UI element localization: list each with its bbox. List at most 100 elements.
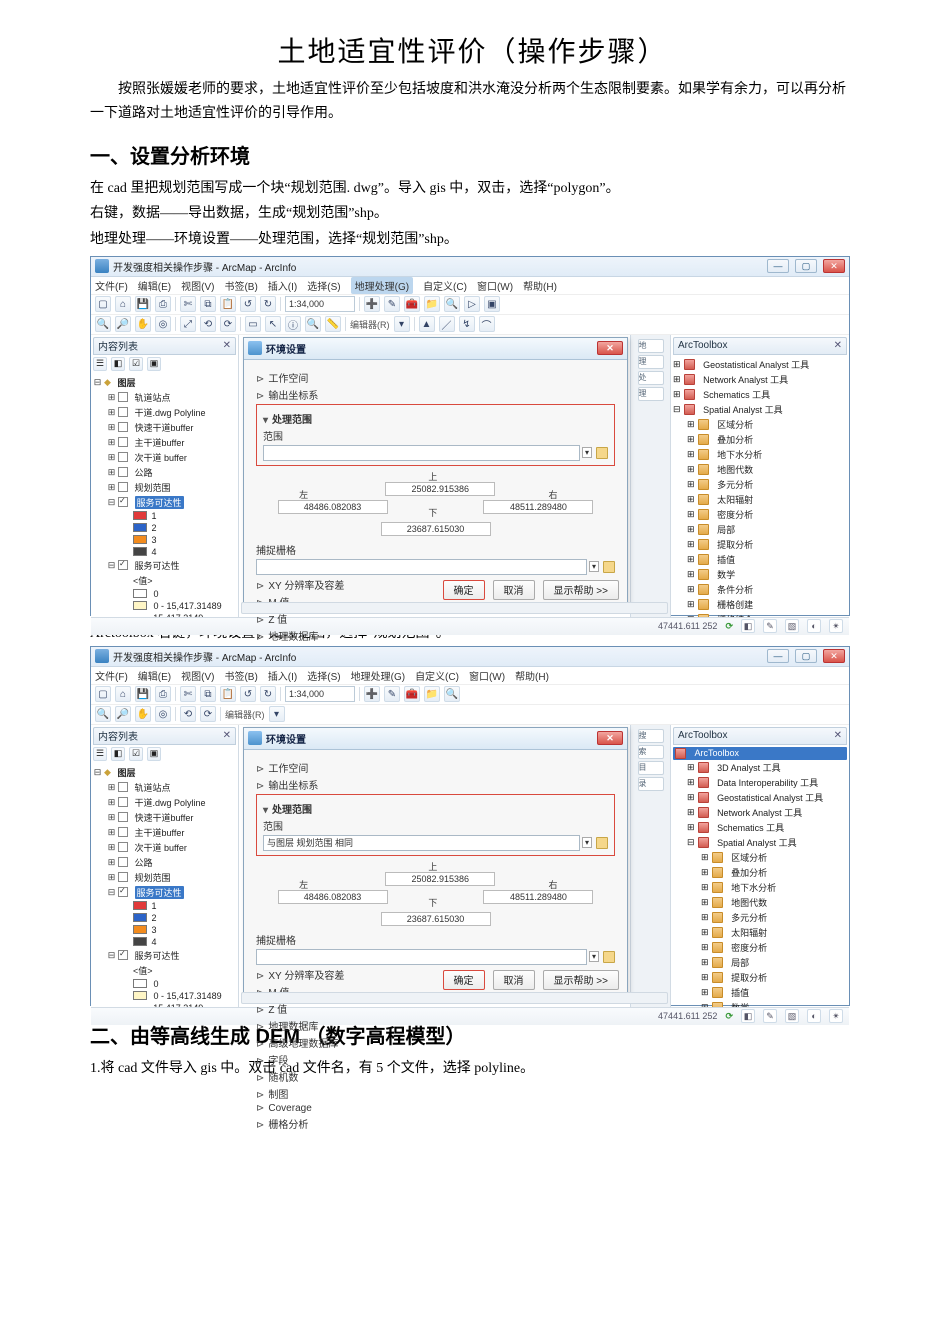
toc-view-toolbar[interactable]: ☰ ◧ ☑ ▣ bbox=[93, 747, 236, 761]
dropdown-icon[interactable]: ▾ bbox=[589, 951, 599, 962]
toolbox-item[interactable]: ⊞ 3D Analyst 工具 bbox=[687, 760, 847, 775]
menu-item[interactable]: 视图(V) bbox=[181, 278, 214, 293]
search-icon[interactable]: 🔍 bbox=[444, 296, 460, 312]
dock-chip[interactable]: 理 bbox=[638, 387, 664, 401]
menu-item[interactable]: 文件(F) bbox=[95, 668, 128, 683]
scale-input[interactable]: 1:34,000 bbox=[285, 296, 355, 312]
extent-bottom-field[interactable]: 23687.615030 bbox=[381, 522, 491, 536]
section-collapsed[interactable]: ⊳地理数据库 bbox=[256, 628, 615, 643]
extent-top-field[interactable]: 25082.915386 bbox=[385, 872, 495, 886]
tools-toolbar[interactable]: 🔍 🔎 ✋ ◎ ⟲ ⟳ 编辑器(R) ▾ bbox=[91, 705, 849, 725]
undo-icon[interactable]: ↺ bbox=[240, 686, 256, 702]
toolbox-subitem[interactable]: ⊞ 栅格综合 bbox=[687, 612, 847, 617]
list-by-selection-icon[interactable]: ▣ bbox=[147, 747, 161, 761]
toc-layer[interactable]: ⊞ 规划范围 bbox=[107, 870, 236, 885]
curve-tool-icon[interactable]: ⌒ bbox=[479, 316, 495, 332]
toolbox-subitem[interactable]: ⊞ 局部 bbox=[701, 955, 847, 970]
save-icon[interactable]: 💾 bbox=[135, 296, 151, 312]
toolbox-item[interactable]: ⊞ Schematics 工具 bbox=[687, 820, 847, 835]
toolbox-subitem[interactable]: ⊞ 太阳辐射 bbox=[701, 925, 847, 940]
dock-chip[interactable]: 地 bbox=[638, 339, 664, 353]
list-by-drawing-order-icon[interactable]: ☰ bbox=[93, 747, 107, 761]
toc-layer[interactable]: ⊞ 公路 bbox=[107, 465, 236, 480]
status-icon[interactable]: ◧ bbox=[741, 619, 755, 633]
section-collapsed[interactable]: ⊳地理数据库 bbox=[256, 1018, 615, 1033]
toc-layer[interactable]: ⊞ 主干道buffer bbox=[107, 825, 236, 840]
back-icon[interactable]: ⟲ bbox=[180, 706, 196, 722]
extent-bottom-field[interactable]: 23687.615030 bbox=[381, 912, 491, 926]
save-icon[interactable]: 💾 bbox=[135, 686, 151, 702]
search-icon[interactable]: 🔍 bbox=[444, 686, 460, 702]
editor-icon[interactable]: ✎ bbox=[384, 296, 400, 312]
extent-right-field[interactable]: 48511.289480 bbox=[483, 890, 593, 904]
toc-layer[interactable]: ⊞ 干道.dwg Polyline bbox=[107, 795, 236, 810]
status-icon[interactable]: ✴ bbox=[829, 619, 843, 633]
dropdown-icon[interactable]: ▾ bbox=[582, 447, 592, 458]
toolbox-subitem[interactable]: ⊞ 区域分析 bbox=[701, 850, 847, 865]
toc-layer[interactable]: ⊞ 公路 bbox=[107, 855, 236, 870]
chevron-down-icon[interactable]: ▾ bbox=[269, 706, 285, 722]
toolbox-item[interactable]: ⊟ Spatial Analyst 工具 bbox=[673, 402, 847, 417]
toolbox-item[interactable]: ⊞ Network Analyst 工具 bbox=[687, 805, 847, 820]
toolbox-item[interactable]: ⊞ Network Analyst 工具 bbox=[673, 372, 847, 387]
paste-icon[interactable]: 📋 bbox=[220, 686, 236, 702]
trace-tool-icon[interactable]: ↯ bbox=[459, 316, 475, 332]
toolbox-item[interactable]: ⊞ Data Interoperability 工具 bbox=[687, 775, 847, 790]
section-collapsed[interactable]: ⊳栅格分析 bbox=[256, 1116, 615, 1131]
refresh-icon[interactable]: ⟳ bbox=[725, 621, 733, 632]
toolbox-subitem[interactable]: ⊞ 叠加分析 bbox=[687, 432, 847, 447]
dock-chip[interactable]: 目 bbox=[638, 761, 664, 775]
copy-icon[interactable]: ⧉ bbox=[200, 686, 216, 702]
standard-toolbar[interactable]: ▢ ⌂ 💾 ⎙ ✄ ⧉ 📋 ↺ ↻ 1:34,000 ➕ ✎ 🧰 📁 🔍 bbox=[91, 685, 849, 705]
section-out-coord[interactable]: ⊳输出坐标系 bbox=[256, 777, 615, 792]
list-by-selection-icon[interactable]: ▣ bbox=[147, 357, 161, 371]
section-processing-extent[interactable]: ▾处理范围 bbox=[263, 411, 608, 426]
toolbox-subitem[interactable]: ⊞ 数学 bbox=[701, 1000, 847, 1007]
arctoolbox-pane[interactable]: ArcToolbox ✕ ⊞ Geostatistical Analyst 工具… bbox=[671, 335, 849, 617]
menu-item[interactable]: 插入(I) bbox=[268, 668, 297, 683]
add-data-icon[interactable]: ➕ bbox=[364, 296, 380, 312]
toolbox-subitem[interactable]: ⊞ 多元分析 bbox=[687, 477, 847, 492]
chevron-down-icon[interactable]: ▾ bbox=[394, 316, 410, 332]
ok-button[interactable]: 确定 bbox=[443, 970, 485, 990]
table-of-contents[interactable]: 内容列表 ✕ ☰ ◧ ☑ ▣ ⊟◆ 图层 ⊞ 轨道站点 ⊞ 干道.dwg Pol… bbox=[91, 725, 239, 1007]
menu-item[interactable]: 编辑(E) bbox=[138, 278, 171, 293]
catalog-icon[interactable]: 📁 bbox=[424, 296, 440, 312]
list-by-source-icon[interactable]: ◧ bbox=[111, 747, 125, 761]
toolbox-subitem[interactable]: ⊞ 局部 bbox=[687, 522, 847, 537]
toolbox-subitem[interactable]: ⊞ 区域分析 bbox=[687, 417, 847, 432]
ok-button[interactable]: 确定 bbox=[443, 580, 485, 600]
section-collapsed[interactable]: ⊳制图 bbox=[256, 1086, 615, 1101]
toc-layer[interactable]: ⊞ 规划范围 bbox=[107, 480, 236, 495]
toolbox-subitem[interactable]: ⊞ 插值 bbox=[701, 985, 847, 1000]
menu-item[interactable]: 帮助(H) bbox=[515, 668, 549, 683]
dock-chip[interactable]: 处 bbox=[638, 371, 664, 385]
toolbox-item[interactable]: ⊞ Schematics 工具 bbox=[673, 387, 847, 402]
toc-close-icon[interactable]: ✕ bbox=[223, 730, 231, 741]
maximize-button[interactable]: ▢ bbox=[795, 259, 817, 273]
full-extent-icon[interactable]: ◎ bbox=[155, 316, 171, 332]
section-workspace[interactable]: ⊳工作空间 bbox=[256, 760, 615, 775]
snap-raster-combobox[interactable] bbox=[256, 949, 587, 965]
browse-folder-icon[interactable] bbox=[603, 561, 615, 573]
menu-item[interactable]: 窗口(W) bbox=[469, 668, 505, 683]
list-by-visible-icon[interactable]: ☑ bbox=[129, 357, 143, 371]
toolbox-subitem[interactable]: ⊞ 地下水分析 bbox=[687, 447, 847, 462]
paste-icon[interactable]: 📋 bbox=[220, 296, 236, 312]
status-icon[interactable]: ◐ bbox=[807, 1009, 821, 1023]
toolbox-subitem[interactable]: ⊞ 地图代数 bbox=[701, 895, 847, 910]
dropdown-icon[interactable]: ▾ bbox=[582, 837, 592, 848]
extent-combobox[interactable]: 与图层 规划范围 相同 bbox=[263, 835, 580, 851]
map-canvas[interactable]: 搜 索 目 录 环境设置 ✕ ⊳工作空间 ⊳输出坐标系 ▾处理范围 范围 bbox=[239, 725, 671, 1007]
toc-layer[interactable]: ⊟ 服务可达性 bbox=[107, 948, 236, 963]
show-help-button[interactable]: 显示帮助 >> bbox=[543, 580, 619, 600]
forward-icon[interactable]: ⟳ bbox=[200, 706, 216, 722]
dropdown-icon[interactable]: ▾ bbox=[589, 561, 599, 572]
zoom-in-icon[interactable]: 🔍 bbox=[95, 706, 111, 722]
section-out-coord[interactable]: ⊳输出坐标系 bbox=[256, 387, 615, 402]
toolbox-item[interactable]: ⊞ Geostatistical Analyst 工具 bbox=[673, 357, 847, 372]
section-collapsed[interactable]: ⊳高级地理数据库 bbox=[256, 1035, 615, 1050]
toolbox-subitem[interactable]: ⊞ 条件分析 bbox=[687, 582, 847, 597]
toc-layer[interactable]: ⊞ 主干道buffer bbox=[107, 435, 236, 450]
toolbox-subitem[interactable]: ⊞ 地下水分析 bbox=[701, 880, 847, 895]
